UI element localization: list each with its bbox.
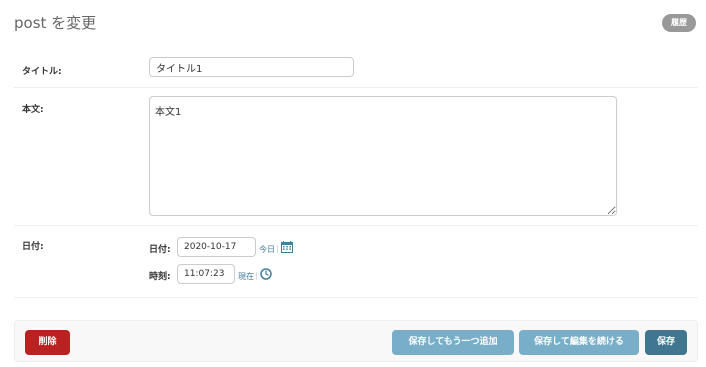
page-title: post を変更 xyxy=(14,14,97,32)
title-input[interactable] xyxy=(149,57,354,77)
clock-icon[interactable] xyxy=(260,268,272,280)
body-field-row: 本文: 本文1 xyxy=(14,88,698,226)
save-button[interactable]: 保存 xyxy=(645,330,687,355)
body-textarea[interactable]: 本文1 xyxy=(149,96,617,216)
calendar-icon[interactable] xyxy=(281,241,293,253)
submit-row: 削除 保存してもう一つ追加 保存して編集を続ける 保存 xyxy=(14,320,698,362)
date-field-row: 日付: 日付: 今日 | 時刻: 現在 | xyxy=(14,226,698,298)
change-form-page: post を変更 履歴 タイトル: 本文: 本文1 日付: 日付: 今日 | xyxy=(0,0,706,367)
history-button[interactable]: 履歴 xyxy=(662,14,696,32)
date-field-label: 日付: xyxy=(22,242,44,252)
title-field-row: タイトル: xyxy=(14,50,698,88)
now-link[interactable]: 現在 xyxy=(238,271,254,282)
date-sub-label: 日付: xyxy=(149,245,171,255)
save-and-continue-button[interactable]: 保存して編集を続ける xyxy=(519,330,639,355)
change-form: タイトル: 本文: 本文1 日付: 日付: 今日 | xyxy=(14,50,698,298)
today-link[interactable]: 今日 xyxy=(259,244,275,255)
time-sub-label: 時刻: xyxy=(149,272,171,282)
delete-button[interactable]: 削除 xyxy=(25,330,70,355)
title-field-label: タイトル: xyxy=(22,67,62,77)
time-input[interactable] xyxy=(177,264,235,284)
save-and-add-another-button[interactable]: 保存してもう一つ追加 xyxy=(392,330,514,355)
date-shortcut-separator: | xyxy=(276,244,279,253)
date-input[interactable] xyxy=(177,237,256,257)
body-field-label: 本文: xyxy=(22,105,44,115)
time-shortcut-separator: | xyxy=(255,271,258,280)
